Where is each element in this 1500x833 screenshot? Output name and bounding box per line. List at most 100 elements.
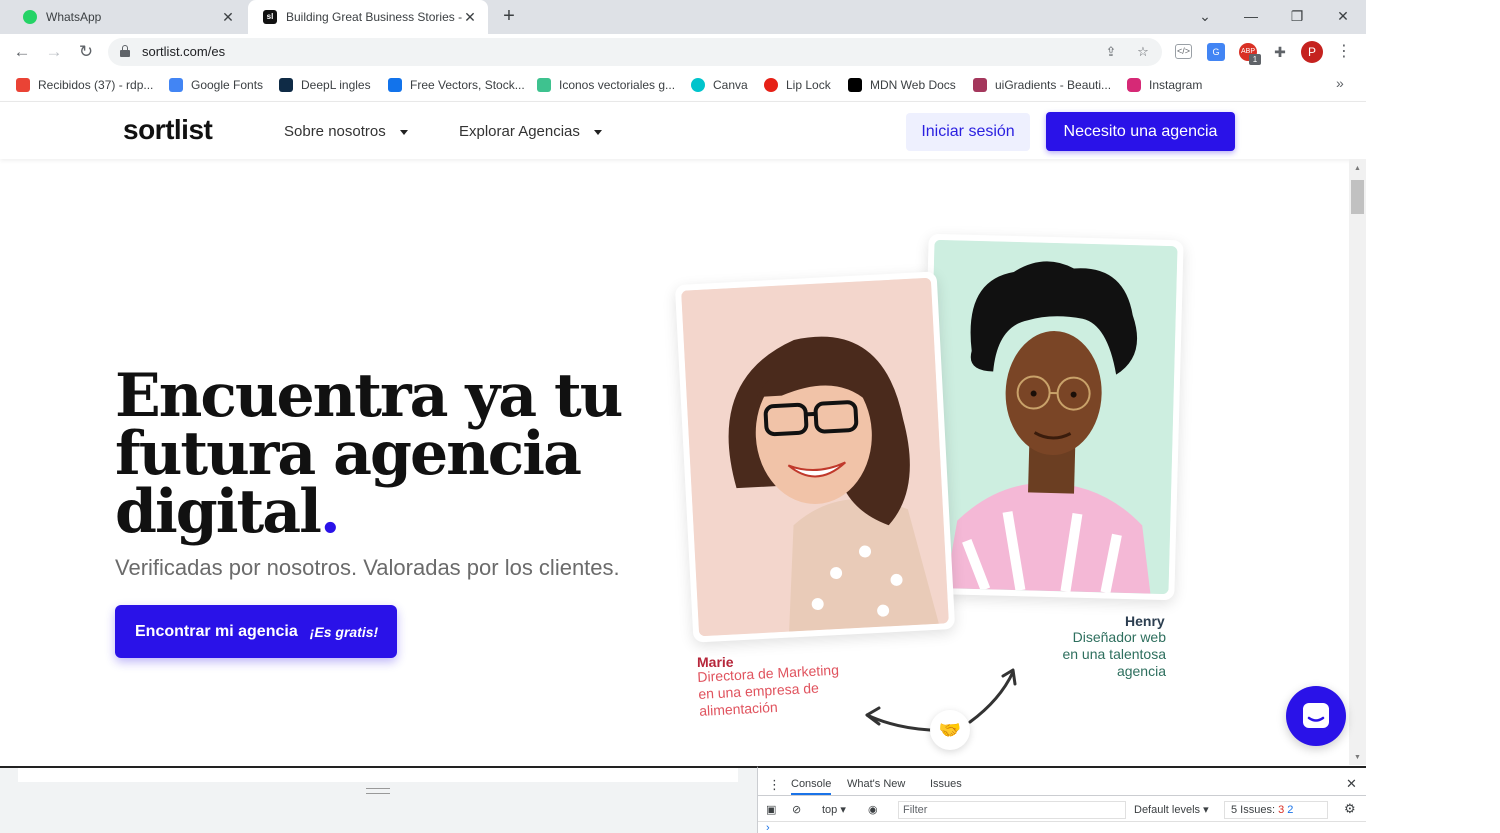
bookmark-mdn[interactable]: MDN Web Docs [848,76,956,94]
new-tab-button[interactable]: + [498,6,520,28]
need-agency-button[interactable]: Necesito una agencia [1046,112,1235,151]
reload-icon[interactable]: ↻ [74,41,98,63]
bookmark-label: Iconos vectoriales g... [559,78,676,92]
bookmark-canva[interactable]: Canva [691,76,748,94]
tab-whats-new[interactable]: What's New [847,778,905,790]
henry-photo [925,239,1178,595]
caret-down-icon [399,129,408,135]
issues-label: 5 Issues: [1231,804,1276,816]
sidebar-toggle-icon[interactable]: ▣ [766,803,776,816]
levels-label: Default levels [1134,804,1201,816]
hero-title-line: digital. [115,482,675,542]
hero-title: Encuentra ya tu futura agencia digital. [115,361,675,542]
chat-launcher-button[interactable] [1286,686,1346,746]
address-bar[interactable]: sortlist.com/es ⇪ ☆ [108,38,1162,66]
tab-whatsapp[interactable]: WhatsApp ✕ [8,0,246,34]
tab-strip: WhatsApp ✕ sl Building Great Business St… [0,0,1366,34]
message-count: 2 [1287,804,1294,816]
clear-console-icon[interactable]: ⊘ [792,803,801,816]
close-icon[interactable]: ✕ [462,9,478,26]
extensions-puzzle-icon[interactable]: ✚ [1271,43,1289,61]
menu-kebab-icon[interactable]: ⋮ [1335,43,1353,61]
gmail-icon [16,78,30,92]
bookmark-freepik[interactable]: Free Vectors, Stock... [388,76,525,94]
instagram-icon [1127,78,1141,92]
code-extension-icon[interactable]: </> [1175,44,1192,59]
error-count: 3 [1278,804,1285,816]
cta-label: Encontrar mi agencia [135,622,298,640]
tab-title: Building Great Business Stories - [286,10,462,24]
translate-extension-icon[interactable]: G [1207,43,1225,61]
bookmark-instagram[interactable]: Instagram [1127,76,1202,94]
browser-window: WhatsApp ✕ sl Building Great Business St… [0,0,1500,833]
hero-title-line: futura agencia [115,419,582,489]
bookmark-lip-lock[interactable]: Lip Lock [764,76,831,94]
role-line: Diseñador web [1072,629,1166,645]
context-selector[interactable]: top ▾ [822,803,846,816]
settings-gear-icon[interactable]: ⚙ [1344,801,1356,817]
nav-sobre-nosotros[interactable]: Sobre nosotros [284,123,408,140]
log-levels-dropdown[interactable]: Default levels ▾ [1134,803,1209,816]
restore-icon[interactable]: ❐ [1286,5,1308,27]
hero-title-word: digital [115,477,322,547]
eye-icon[interactable]: ◉ [868,803,878,816]
vector-icon [537,78,551,92]
scrollbar-thumb[interactable] [1351,180,1364,214]
devtools-left-pane [0,766,757,833]
back-icon[interactable]: ← [10,41,34,63]
handshake-icon: 🤝 [930,710,970,750]
bookmark-iconos[interactable]: Iconos vectoriales g... [537,76,675,94]
console-filter-input[interactable]: Filter [898,801,1126,819]
henry-role: Diseñador web en una talentosa agencia [1040,629,1166,680]
tab-sortlist[interactable]: sl Building Great Business Stories - ✕ [248,0,488,34]
bookmark-deepl[interactable]: DeepL ingles [279,76,371,94]
page-scrollbar[interactable] [1349,159,1366,765]
issues-counter[interactable]: 5 Issues: 3 2 [1224,801,1328,819]
role-line: en una talentosa [1062,646,1166,662]
marie-role: Directora de Marketing en una empresa de… [697,660,869,720]
close-icon[interactable]: ✕ [220,9,236,26]
sortlist-logo[interactable]: sortlist [123,114,213,146]
sortlist-icon: sl [262,9,278,25]
scroll-down-icon[interactable]: ▼ [1352,752,1363,763]
hero-title-line: Encuentra ya tu [115,361,623,431]
minimize-icon[interactable]: — [1240,5,1262,27]
find-agency-button[interactable]: Encontrar mi agencia ¡Es gratis! [115,605,397,658]
scroll-up-icon[interactable]: ▲ [1352,163,1363,174]
forward-icon[interactable]: → [42,41,66,63]
more-bookmarks-icon[interactable]: » [1336,75,1344,91]
share-icon[interactable]: ⇪ [1102,43,1120,61]
bookmark-label: Recibidos (37) - rdp... [38,78,154,92]
bookmark-google-fonts[interactable]: Google Fonts [169,76,263,94]
whatsapp-icon [22,9,38,25]
extension-badge: 1 [1249,54,1261,65]
cta-free-label: ¡Es gratis! [309,623,379,640]
henry-name: Henry [1125,613,1165,629]
context-label: top [822,804,838,816]
lock-icon [120,45,130,57]
chat-icon [1303,703,1329,728]
henry-photo-card [919,233,1184,601]
nav-explorar-agencias[interactable]: Explorar Agencias [459,123,602,140]
devtools-close-icon[interactable]: ✕ [1346,776,1357,792]
tab-issues[interactable]: Issues [930,778,962,790]
desktop-background [1366,0,1500,833]
bookmark-label: Google Fonts [191,78,264,92]
devtools-menu-icon[interactable]: ⋮ [768,777,781,793]
bookmark-uigradients[interactable]: uiGradients - Beauti... [973,76,1111,94]
console-prompt-icon[interactable]: › [766,822,770,833]
login-button[interactable]: Iniciar sesión [906,113,1030,151]
bookmark-gmail[interactable]: Recibidos (37) - rdp... [16,76,153,94]
profile-avatar[interactable]: P [1301,41,1323,63]
marie-photo-card [674,271,956,643]
resize-grip-icon[interactable] [366,788,390,794]
hero-subtitle: Verificadas por nosotros. Valoradas por … [115,555,620,580]
tab-console[interactable]: Console [791,778,832,795]
browser-toolbar: ← → ↻ sortlist.com/es ⇪ ☆ </> G ABP 1 ✚ … [0,34,1366,70]
freepik-icon [388,78,402,92]
google-fonts-icon [169,78,183,92]
url-text: sortlist.com/es [142,44,226,59]
window-close-icon[interactable]: ✕ [1332,5,1354,27]
tab-search-icon[interactable]: ⌄ [1194,5,1216,27]
bookmark-star-icon[interactable]: ☆ [1134,43,1152,61]
